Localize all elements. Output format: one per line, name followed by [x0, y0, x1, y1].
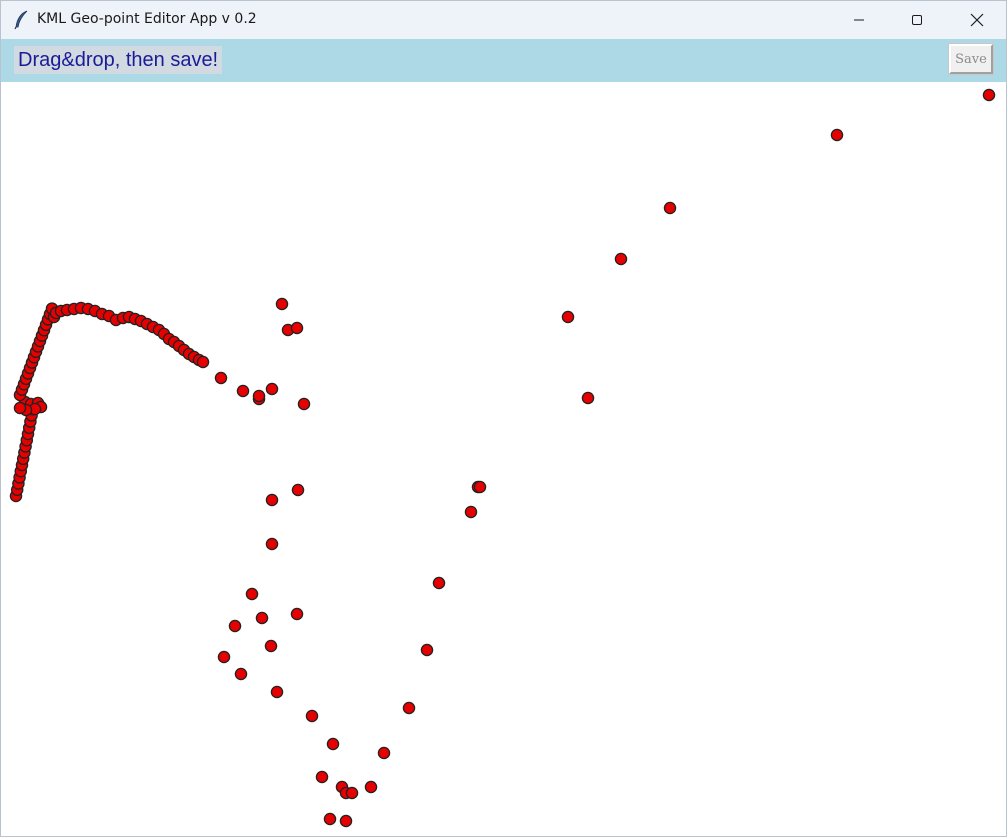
geo-point-marker[interactable]	[377, 746, 391, 760]
geo-point-marker[interactable]	[614, 252, 628, 266]
geo-point-marker[interactable]	[214, 371, 228, 385]
geo-point-marker[interactable]	[252, 389, 266, 403]
close-icon	[970, 13, 984, 27]
geo-point-marker[interactable]	[291, 483, 305, 497]
geo-point-marker[interactable]	[264, 639, 278, 653]
save-button[interactable]: Save	[948, 43, 994, 75]
minimize-icon	[853, 14, 865, 26]
geo-point-marker[interactable]	[297, 397, 311, 411]
geo-point-marker[interactable]	[234, 667, 248, 681]
geo-point-marker[interactable]	[255, 611, 269, 625]
geo-point-marker[interactable]	[270, 685, 284, 699]
feather-icon	[13, 10, 31, 30]
geo-point-marker[interactable]	[315, 770, 329, 784]
geo-point-marker[interactable]	[290, 607, 304, 621]
geo-point-marker[interactable]	[265, 493, 279, 507]
geo-point-marker[interactable]	[245, 587, 259, 601]
geo-point-marker[interactable]	[345, 786, 359, 800]
geo-point-marker[interactable]	[982, 88, 996, 102]
geo-point-marker[interactable]	[420, 643, 434, 657]
geo-point-marker[interactable]	[217, 650, 231, 664]
geo-point-marker[interactable]	[305, 709, 319, 723]
geo-point-marker[interactable]	[830, 128, 844, 142]
geo-point-marker[interactable]	[265, 537, 279, 551]
geo-point-marker[interactable]	[473, 480, 487, 494]
geo-point-marker[interactable]	[275, 297, 289, 311]
geo-point-marker[interactable]	[326, 737, 340, 751]
geo-point-marker[interactable]	[265, 382, 279, 396]
geo-point-marker[interactable]	[464, 505, 478, 519]
geo-point-marker[interactable]	[432, 576, 446, 590]
minimize-button[interactable]	[830, 1, 888, 39]
geo-point-canvas[interactable]	[1, 83, 1006, 836]
instruction-label: Drag&drop, then save!	[14, 46, 223, 74]
geo-point-marker[interactable]	[364, 780, 378, 794]
geo-point-marker[interactable]	[228, 619, 242, 633]
geo-point-marker[interactable]	[561, 310, 575, 324]
window-title: KML Geo-point Editor App v 0.2	[37, 11, 257, 27]
geo-point-marker[interactable]	[339, 814, 353, 828]
geo-point-marker[interactable]	[323, 812, 337, 826]
geo-point-marker[interactable]	[290, 321, 304, 335]
geo-point-marker[interactable]	[402, 701, 416, 715]
app-window: KML Geo-point Editor App v 0.2 Drag&drop…	[0, 0, 1007, 837]
close-button[interactable]	[948, 1, 1006, 39]
maximize-button[interactable]	[888, 1, 946, 39]
toolbar: Drag&drop, then save! Save	[1, 39, 1006, 82]
points-layer	[9, 88, 996, 828]
geo-point-marker[interactable]	[196, 355, 210, 369]
geo-point-marker[interactable]	[581, 391, 595, 405]
geo-point-marker[interactable]	[663, 201, 677, 215]
title-bar[interactable]: KML Geo-point Editor App v 0.2	[1, 1, 1006, 39]
geo-point-marker[interactable]	[236, 384, 250, 398]
geo-point-marker[interactable]	[13, 401, 27, 415]
maximize-icon	[911, 14, 923, 26]
